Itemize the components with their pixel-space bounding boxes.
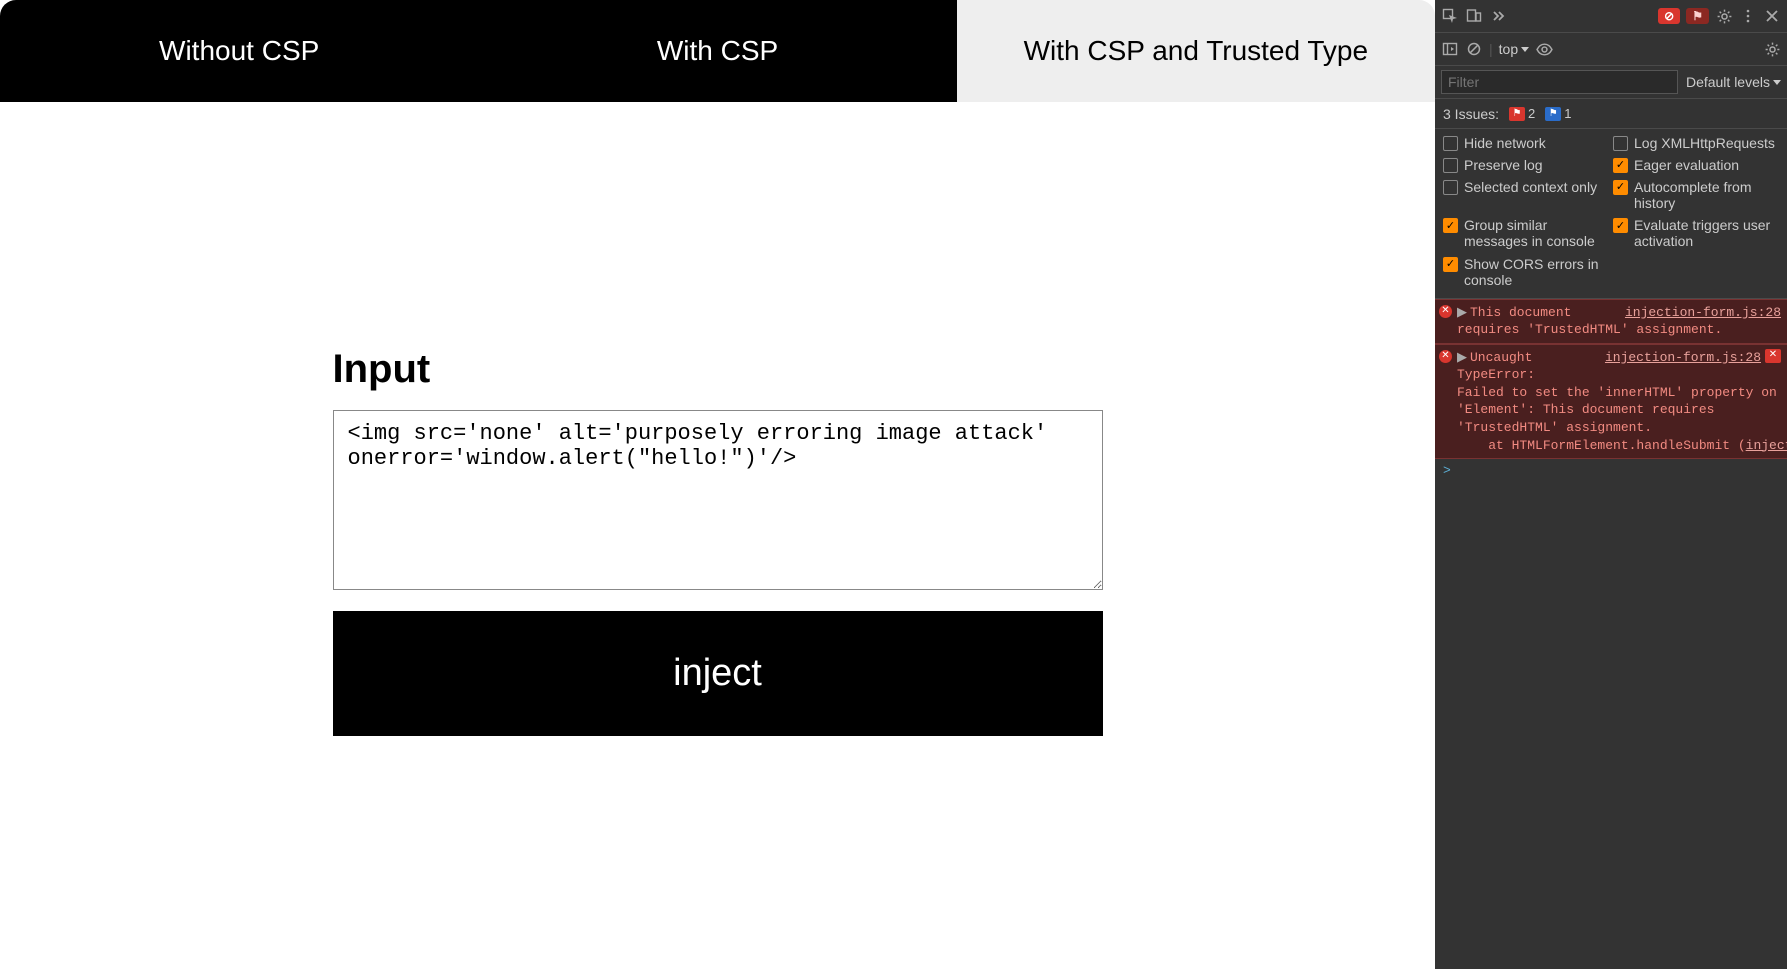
error-flag-badge[interactable]: ⚑ [1686, 8, 1709, 24]
console-filter-row: Default levels [1435, 66, 1787, 99]
clear-console-icon[interactable] [1465, 40, 1483, 58]
issues-label: 3 Issues: [1443, 106, 1499, 122]
inspect-icon[interactable] [1441, 7, 1459, 25]
console-error-1[interactable]: ✕ injection-form.js:28 ▶This document re… [1435, 299, 1787, 344]
issues-blue-badge: ⚑1 [1545, 106, 1571, 121]
checkbox-icon[interactable] [1443, 136, 1458, 151]
log-levels-select[interactable]: Default levels [1686, 74, 1781, 90]
opt-hide-network[interactable]: Hide network [1443, 135, 1609, 151]
main-app: Without CSP With CSP With CSP and Truste… [0, 0, 1435, 969]
opt-selected-context[interactable]: Selected context only [1443, 179, 1609, 211]
payload-textarea[interactable] [333, 410, 1103, 590]
opt-group-similar[interactable]: ✓Group similar messages in console [1443, 217, 1609, 249]
console-options: Hide network Log XMLHttpRequests Preserv… [1435, 129, 1787, 299]
error-detail-line: Failed to set the 'innerHTML' property o… [1457, 384, 1781, 437]
tab-with-csp[interactable]: With CSP [478, 0, 956, 102]
issues-red-badge: ⚑2 [1509, 106, 1535, 121]
error-icon: ✕ [1439, 305, 1452, 318]
injection-form: Input inject [333, 347, 1103, 736]
opt-log-xhr[interactable]: Log XMLHttpRequests [1613, 135, 1779, 151]
checkbox-icon[interactable] [1613, 136, 1628, 151]
issues-row[interactable]: 3 Issues: ⚑2 ⚑1 [1435, 99, 1787, 129]
console-prompt[interactable]: > [1435, 459, 1787, 482]
more-tabs-icon[interactable] [1489, 7, 1507, 25]
console-error-2[interactable]: ✕ ✕ injection-form.js:28 ▶Uncaught TypeE… [1435, 344, 1787, 459]
kebab-menu-icon[interactable] [1739, 7, 1757, 25]
dismiss-error-icon[interactable]: ✕ [1765, 349, 1781, 363]
console-messages: ✕ injection-form.js:28 ▶This document re… [1435, 299, 1787, 482]
opt-autocomplete[interactable]: ✓Autocomplete from history [1613, 179, 1779, 211]
error-stack-line: at HTMLFormElement.handleSubmit (injecti… [1457, 437, 1781, 455]
tab-with-csp-trusted-type[interactable]: With CSP and Trusted Type [957, 0, 1435, 102]
console-sidebar-toggle-icon[interactable] [1441, 40, 1459, 58]
opt-preserve-log[interactable]: Preserve log [1443, 157, 1609, 173]
opt-eval-triggers[interactable]: ✓Evaluate triggers user activation [1613, 217, 1779, 249]
error-source-link[interactable]: injection-form.js:28 [1605, 349, 1761, 367]
opt-eager-eval[interactable]: ✓Eager evaluation [1613, 157, 1779, 173]
checkbox-checked-icon[interactable]: ✓ [1613, 218, 1628, 233]
input-label: Input [333, 347, 1103, 392]
opt-show-cors[interactable]: ✓Show CORS errors in console [1443, 256, 1609, 288]
error-icon: ✕ [1439, 350, 1452, 363]
context-select[interactable]: top [1499, 41, 1529, 57]
devtools-topbar: ⊘ ⚑ [1435, 0, 1787, 33]
checkbox-checked-icon[interactable]: ✓ [1613, 158, 1628, 173]
console-settings-gear-icon[interactable] [1763, 40, 1781, 58]
checkbox-icon[interactable] [1443, 180, 1458, 195]
checkbox-icon[interactable] [1443, 158, 1458, 173]
console-filter-input[interactable] [1441, 70, 1678, 94]
tab-without-csp[interactable]: Without CSP [0, 0, 478, 102]
error-count-badge[interactable]: ⊘ [1658, 8, 1680, 24]
app-tabs: Without CSP With CSP With CSP and Truste… [0, 0, 1435, 102]
stack-source-link[interactable]: injection-form.js:28:41 [1746, 438, 1787, 453]
expand-arrow-icon[interactable]: ▶ [1457, 350, 1467, 365]
close-devtools-icon[interactable] [1763, 7, 1781, 25]
checkbox-checked-icon[interactable]: ✓ [1443, 257, 1458, 272]
inject-button[interactable]: inject [333, 611, 1103, 736]
error-source-link[interactable]: injection-form.js:28 [1625, 304, 1781, 322]
expand-arrow-icon[interactable]: ▶ [1457, 305, 1467, 320]
settings-gear-icon[interactable] [1715, 7, 1733, 25]
content-area: Input inject [0, 102, 1435, 969]
devtools-panel: ⊘ ⚑ | top [1435, 0, 1787, 969]
checkbox-checked-icon[interactable]: ✓ [1443, 218, 1458, 233]
live-expression-icon[interactable] [1535, 40, 1553, 58]
console-toolbar: | top [1435, 33, 1787, 66]
checkbox-checked-icon[interactable]: ✓ [1613, 180, 1628, 195]
device-toggle-icon[interactable] [1465, 7, 1483, 25]
